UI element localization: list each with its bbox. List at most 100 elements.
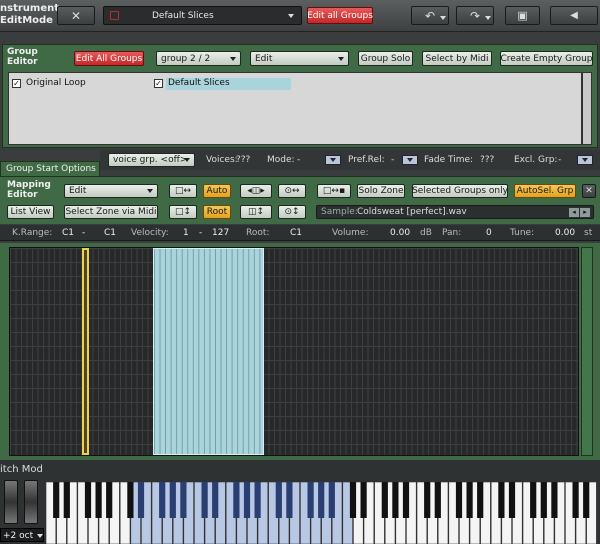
black-key[interactable]: [360, 482, 367, 518]
excl-grp-dropdown[interactable]: [577, 155, 593, 165]
group-display-dropdown[interactable]: Default Slices: [103, 6, 302, 25]
autosel-grp-button[interactable]: AutoSel. Grp: [514, 184, 576, 198]
group-row-original-loop[interactable]: ✓ Original Loop: [12, 78, 132, 90]
krange-low-value[interactable]: C1: [62, 228, 74, 238]
black-key[interactable]: [212, 482, 219, 518]
save-button[interactable]: ▣: [505, 6, 540, 25]
black-key[interactable]: [349, 482, 357, 518]
black-key[interactable]: [318, 482, 325, 518]
pan-value[interactable]: 0: [486, 228, 492, 238]
black-key[interactable]: [328, 482, 335, 518]
velocity-high-value[interactable]: 127: [212, 228, 229, 238]
volume-unit: dB: [420, 228, 432, 238]
black-key[interactable]: [381, 482, 388, 518]
selected-groups-only-button[interactable]: Selected Groups only: [412, 184, 508, 198]
black-key[interactable]: [424, 482, 431, 518]
octave-display[interactable]: +2 oct: [0, 528, 44, 542]
sample-next-arrow-icon[interactable]: ▸: [580, 208, 590, 217]
black-key[interactable]: [434, 482, 441, 518]
black-key[interactable]: [63, 482, 70, 518]
select-by-midi-button[interactable]: Select by Midi: [422, 51, 492, 66]
krange-high-value[interactable]: C1: [104, 228, 116, 238]
fit-horizontal-button[interactable]: ⊙↔: [278, 184, 306, 198]
black-key[interactable]: [466, 482, 473, 518]
group-row-default-slices[interactable]: ✓ Default Slices: [154, 78, 294, 90]
close-instrument-edit-button[interactable]: ✕: [57, 6, 95, 25]
zone-default-slices[interactable]: [153, 248, 264, 455]
group-checkbox[interactable]: ✓: [154, 79, 163, 88]
black-key[interactable]: [254, 482, 261, 518]
tune-value[interactable]: 0.00: [555, 228, 575, 238]
black-key[interactable]: [477, 482, 484, 518]
black-key[interactable]: [95, 482, 102, 518]
black-key[interactable]: [392, 482, 399, 518]
black-key[interactable]: [551, 482, 558, 518]
mode-dropdown[interactable]: [325, 155, 341, 165]
sample-prev-arrow-icon[interactable]: ◂: [569, 208, 579, 217]
piano-keyboard[interactable]: [46, 482, 600, 544]
velocity-low-value[interactable]: 1: [183, 228, 189, 238]
create-empty-group-button[interactable]: Create Empty Group: [500, 51, 593, 66]
group-solo-button[interactable]: Group Solo: [358, 51, 413, 66]
black-key[interactable]: [508, 482, 516, 518]
black-key[interactable]: [127, 482, 134, 518]
black-key[interactable]: [498, 482, 505, 518]
black-key[interactable]: [540, 482, 547, 518]
group-start-tab[interactable]: Group Start Options: [0, 161, 100, 176]
edit-all-groups-top-button[interactable]: Edit all Groups: [307, 7, 373, 24]
black-key[interactable]: [530, 482, 537, 518]
black-key[interactable]: [159, 482, 166, 518]
solo-zone-button[interactable]: Solo Zone: [357, 184, 405, 198]
auto-button[interactable]: Auto: [203, 184, 231, 198]
black-key[interactable]: [84, 482, 92, 518]
redo-menu-chevron-icon[interactable]: [485, 16, 491, 20]
group-edit-dropdown[interactable]: Edit: [250, 51, 349, 66]
expand-vertical-button[interactable]: □↕: [169, 205, 197, 219]
undo-menu-chevron-icon[interactable]: [440, 16, 446, 20]
krange-dash: -: [82, 228, 86, 238]
black-key[interactable]: [169, 482, 176, 518]
fade-time-value[interactable]: ???: [480, 155, 494, 165]
root-value[interactable]: C1: [290, 228, 302, 238]
black-key[interactable]: [243, 482, 251, 518]
group-list-scrollbar[interactable]: [582, 72, 592, 145]
zone-original-loop[interactable]: [82, 248, 89, 455]
voices-value[interactable]: ???: [236, 155, 250, 165]
black-key[interactable]: [455, 482, 463, 518]
mapping-edit-dropdown[interactable]: Edit: [64, 184, 158, 198]
sample-label: Sample:: [321, 207, 358, 217]
select-zone-via-midi-button[interactable]: Select Zone via Midi: [64, 205, 158, 219]
black-key[interactable]: [307, 482, 314, 518]
mapping-grid-scrollbar[interactable]: [581, 247, 593, 456]
expand-horizontal-button[interactable]: □↔: [169, 184, 197, 198]
edit-all-groups-button[interactable]: Edit All Groups: [74, 51, 144, 66]
black-key[interactable]: [583, 482, 590, 518]
root-button[interactable]: Root: [203, 205, 231, 219]
group-select-dropdown[interactable]: group 2 / 2: [156, 51, 241, 66]
black-key[interactable]: [53, 482, 60, 518]
fit-vertical-button[interactable]: ⊙↕: [278, 205, 306, 219]
group-checkbox[interactable]: ✓: [12, 79, 21, 88]
black-key[interactable]: [233, 482, 240, 518]
black-key[interactable]: [275, 482, 282, 518]
voice-group-dropdown[interactable]: voice grp. <off>: [108, 153, 195, 167]
volume-value[interactable]: 0.00: [390, 228, 410, 238]
mod-wheel[interactable]: [24, 480, 38, 524]
black-key[interactable]: [106, 482, 113, 518]
black-key[interactable]: [286, 482, 293, 518]
black-key[interactable]: [137, 482, 145, 518]
list-view-button[interactable]: List View: [7, 205, 54, 219]
pref-rel-label: Pref.Rel:: [348, 155, 385, 165]
black-key[interactable]: [402, 482, 410, 518]
zoom-vertical-button[interactable]: ◫↕: [240, 205, 272, 219]
close-mapping-editor-button[interactable]: ✕: [582, 184, 596, 198]
pitch-wheel[interactable]: [4, 480, 18, 524]
black-key[interactable]: [572, 482, 579, 518]
previous-button[interactable]: ◀: [550, 6, 598, 25]
mapping-grid[interactable]: [9, 247, 579, 456]
lock-zone-button[interactable]: □↔▪: [317, 184, 351, 198]
black-key[interactable]: [180, 482, 187, 518]
black-key[interactable]: [201, 482, 208, 518]
zoom-horizontal-button[interactable]: ◂◫▸: [240, 184, 272, 198]
pref-rel-dropdown[interactable]: [402, 155, 418, 165]
